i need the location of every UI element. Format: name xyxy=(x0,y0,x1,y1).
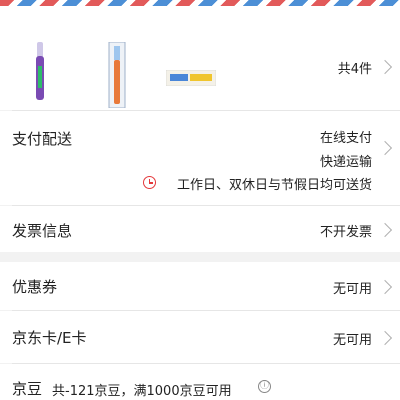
product-list-row[interactable]: 共4件 xyxy=(0,6,400,110)
jd-beans-label: 京豆 xyxy=(12,380,43,398)
jd-beans-row[interactable]: 京豆 共-121京豆，满1000京豆可用 ⓘ xyxy=(0,364,400,400)
toothbrush-purple-image xyxy=(36,42,44,100)
payment-method: 在线支付 xyxy=(319,131,372,146)
info-icon[interactable]: ⓘ xyxy=(258,380,271,393)
jd-card-label: 京东卡/E卡 xyxy=(12,329,87,347)
chevron-right-icon xyxy=(377,222,393,238)
toothpaste-image xyxy=(166,70,216,86)
clock-icon xyxy=(143,176,156,189)
payment-delivery-label: 支付配送 xyxy=(12,130,73,148)
toothbrush-orange-image xyxy=(108,42,126,108)
chevron-right-icon xyxy=(377,59,393,75)
delivery-method: 快递运输 xyxy=(319,155,372,170)
chevron-right-icon xyxy=(377,140,393,156)
coupon-row[interactable]: 优惠券 无可用 xyxy=(0,262,400,310)
invoice-value: 不开发票 xyxy=(319,225,372,240)
item-count: 共4件 xyxy=(337,62,372,77)
delivery-time: 工作日、双休日与节假日均可送货 xyxy=(176,178,372,193)
jd-card-row[interactable]: 京东卡/E卡 无可用 xyxy=(0,311,400,363)
invoice-label: 发票信息 xyxy=(12,222,73,240)
chevron-right-icon xyxy=(377,279,393,295)
coupon-value: 无可用 xyxy=(332,282,372,297)
invoice-row[interactable]: 发票信息 不开发票 xyxy=(0,206,400,252)
chevron-right-icon xyxy=(377,330,393,346)
jd-beans-info: 共-121京豆，满1000京豆可用 xyxy=(52,384,232,399)
coupon-label: 优惠券 xyxy=(12,278,58,296)
jd-card-value: 无可用 xyxy=(332,333,372,348)
payment-delivery-row[interactable]: 支付配送 在线支付 快递运输 工作日、双休日与节假日均可送货 xyxy=(0,111,400,205)
